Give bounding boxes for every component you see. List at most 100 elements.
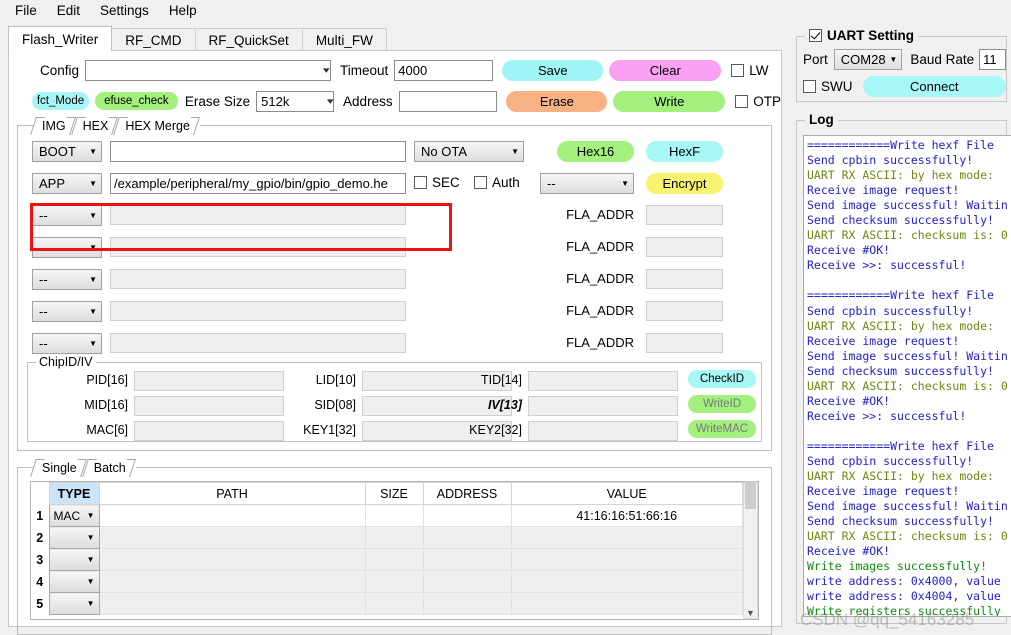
baud-rate-input[interactable]: 11	[979, 49, 1006, 70]
efuse-check-button[interactable]: efuse_check	[94, 92, 178, 110]
col-address[interactable]: ADDRESS	[422, 482, 512, 505]
merge-type-combo-1[interactable]: APP ▼	[32, 173, 102, 194]
encrypt-button[interactable]: Encrypt	[646, 173, 723, 194]
merge-type-combo-2[interactable]: -- ▼	[32, 205, 102, 226]
sec-checkbox[interactable]: SEC	[414, 175, 460, 190]
auth-checkbox[interactable]: Auth	[474, 175, 520, 190]
port-combo[interactable]: COM28 ▼	[833, 49, 903, 70]
swu-checkbox-box[interactable]	[803, 80, 816, 93]
lw-checkbox-box[interactable]	[731, 63, 745, 77]
merge-type-combo-0[interactable]: BOOT ▼	[32, 141, 102, 162]
row-value[interactable]	[510, 548, 743, 571]
auth-checkbox-box[interactable]	[474, 176, 487, 189]
row-path[interactable]	[98, 504, 366, 527]
hex16-button[interactable]: Hex16	[557, 141, 634, 162]
tab-single[interactable]: Single	[30, 459, 87, 477]
log-output[interactable]: ============Write hexf File Send cpbin su…	[803, 135, 1011, 617]
fla-addr-input-6[interactable]	[646, 333, 723, 353]
tab-rf-quickset[interactable]: RF_QuickSet	[194, 28, 303, 51]
otp-checkbox[interactable]: OTP	[735, 94, 781, 109]
row-size[interactable]	[364, 592, 424, 615]
merge-type-combo-4[interactable]: -- ▼	[32, 269, 102, 290]
col-path[interactable]: PATH	[98, 482, 366, 505]
config-combo[interactable]: ▾	[85, 59, 331, 81]
row-size[interactable]	[364, 570, 424, 593]
scroll-thumb[interactable]	[745, 481, 756, 509]
row-path[interactable]	[98, 526, 366, 549]
table-row[interactable]: 3 ▼	[31, 548, 743, 571]
erase-button[interactable]: Erase	[506, 90, 608, 112]
merge-path-input-0[interactable]	[110, 141, 406, 162]
menu-item-edit[interactable]: Edit	[48, 1, 89, 21]
fla-addr-input-2[interactable]	[646, 205, 723, 225]
row-value[interactable]: 41:16:16:51:66:16	[510, 504, 743, 527]
save-button[interactable]: Save	[502, 59, 604, 81]
table-vertical-scrollbar[interactable]: ▲ ▼	[743, 481, 758, 619]
swu-checkbox[interactable]: SWU	[803, 79, 853, 94]
ota-combo[interactable]: No OTA ▼	[414, 141, 524, 162]
erase-size-combo[interactable]: 512k ▾	[256, 90, 335, 112]
write-id-button[interactable]: WriteID	[688, 395, 756, 413]
row-type-cell[interactable]: ▼	[48, 548, 100, 571]
tab-flash-writer[interactable]: Flash_Writer	[8, 26, 113, 51]
row-type-cell[interactable]: ▼	[48, 570, 100, 593]
row-address[interactable]	[422, 570, 512, 593]
fla-addr-input-5[interactable]	[646, 301, 723, 321]
write-button[interactable]: Write	[613, 90, 726, 112]
merge-type-combo-3[interactable]: -- ▼	[32, 237, 102, 258]
menu-item-settings[interactable]: Settings	[91, 1, 158, 21]
otp-checkbox-box[interactable]	[735, 94, 749, 108]
lw-checkbox[interactable]: LW	[731, 63, 769, 78]
merge-path-input-1[interactable]: /example/peripheral/my_gpio/bin/gpio_dem…	[110, 173, 406, 194]
fla-addr-input-3[interactable]	[646, 237, 723, 257]
uart-enable-checkbox[interactable]	[809, 29, 822, 42]
inner-tab-hex-merge[interactable]: HEX Merge	[113, 117, 200, 135]
merge-path-input-5[interactable]	[110, 301, 406, 321]
row-address[interactable]	[422, 548, 512, 571]
row-value[interactable]	[510, 570, 743, 593]
col-type[interactable]: TYPE	[48, 482, 100, 505]
clear-button[interactable]: Clear	[609, 59, 722, 81]
scroll-down-arrow-icon[interactable]: ▼	[746, 608, 755, 618]
address-input[interactable]	[398, 90, 498, 112]
tab-rf-cmd[interactable]: RF_CMD	[111, 28, 196, 51]
hexf-button[interactable]: HexF	[646, 141, 723, 162]
tab-multi-fw[interactable]: Multi_FW	[301, 28, 387, 51]
row-size[interactable]	[364, 504, 424, 527]
fct-mode-button[interactable]: fct_Mode	[32, 92, 89, 110]
menu-item-file[interactable]: File	[6, 1, 46, 21]
merge-path-input-4[interactable]	[110, 269, 406, 289]
merge-path-input-6[interactable]	[110, 333, 406, 353]
table-row[interactable]: 5 ▼	[31, 592, 743, 615]
check-id-button[interactable]: CheckID	[688, 370, 756, 388]
row-type-cell[interactable]: MAC ▼	[48, 504, 100, 527]
row-address[interactable]	[422, 504, 512, 527]
inner-tab-hex[interactable]: HEX	[70, 117, 119, 135]
row-path[interactable]	[98, 592, 366, 615]
row-path[interactable]	[98, 570, 366, 593]
merge-path-input-2[interactable]	[110, 205, 406, 225]
table-row[interactable]: 2 ▼	[31, 526, 743, 549]
row-size[interactable]	[364, 548, 424, 571]
row-address[interactable]	[422, 526, 512, 549]
row-size[interactable]	[364, 526, 424, 549]
row-path[interactable]	[98, 548, 366, 571]
key2-input[interactable]	[528, 421, 678, 441]
row-value[interactable]	[510, 526, 743, 549]
timeout-input[interactable]: 4000	[394, 59, 494, 81]
merge-path-input-3[interactable]	[110, 237, 406, 257]
iv-input[interactable]	[528, 396, 678, 416]
encryption-combo[interactable]: -- ▼	[540, 173, 634, 194]
merge-type-combo-6[interactable]: -- ▼	[32, 333, 102, 354]
table-row[interactable]: 4 ▼	[31, 570, 743, 593]
table-row[interactable]: 1 MAC ▼ 41:16:16:51:66:16	[31, 504, 743, 527]
menu-item-help[interactable]: Help	[160, 1, 206, 21]
connect-button[interactable]: Connect	[862, 76, 1006, 97]
row-value[interactable]	[510, 592, 743, 615]
tab-batch[interactable]: Batch	[81, 459, 136, 477]
inner-tab-img[interactable]: IMG	[30, 117, 76, 135]
write-mac-button[interactable]: WriteMAC	[688, 420, 756, 438]
fla-addr-input-4[interactable]	[646, 269, 723, 289]
col-value[interactable]: VALUE	[510, 482, 743, 505]
merge-type-combo-5[interactable]: -- ▼	[32, 301, 102, 322]
